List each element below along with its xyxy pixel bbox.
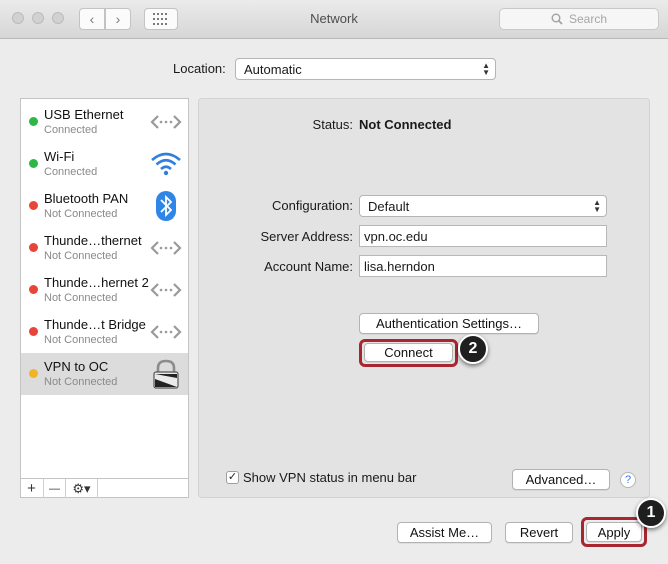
revert-button[interactable]: Revert <box>505 522 573 543</box>
location-label: Location: <box>173 61 226 76</box>
ethernet-arrows-icon <box>150 283 182 297</box>
remove-service-button[interactable]: — <box>44 479 66 498</box>
service-name: Thunde…t Bridge <box>44 317 146 332</box>
service-name: Thunde…hernet 2 <box>44 275 149 290</box>
ethernet-arrows-icon <box>150 241 182 255</box>
service-name: Wi-Fi <box>44 149 75 164</box>
status-label: Status: <box>312 117 353 132</box>
server-address-label: Server Address: <box>260 229 354 244</box>
location-value: Automatic <box>244 61 302 77</box>
status-dot <box>29 369 38 378</box>
server-address-field[interactable]: vpn.oc.edu <box>359 225 607 247</box>
bluetooth-icon <box>156 191 176 221</box>
service-name: USB Ethernet <box>44 107 124 122</box>
authentication-settings-button[interactable]: Authentication Settings… <box>359 313 539 334</box>
configuration-popup[interactable]: Default ▲ ▼ <box>359 195 607 217</box>
search-field[interactable]: Search <box>499 8 659 30</box>
service-status: Not Connected <box>44 376 118 388</box>
gear-icon: ⚙▾ <box>72 480 91 496</box>
service-item-thunderbolt-bridge[interactable]: Thunde…t Bridge Not Connected <box>21 311 188 353</box>
step-marker-2: 2 <box>458 334 488 364</box>
configuration-label: Configuration: <box>272 198 353 213</box>
ethernet-arrows-icon <box>150 325 182 339</box>
status-dot <box>29 201 38 210</box>
service-item-bluetooth-pan[interactable]: Bluetooth PAN Not Connected <box>21 185 188 227</box>
status-dot <box>29 285 38 294</box>
step-marker-1: 1 <box>636 498 666 528</box>
question-icon: ? <box>624 474 632 486</box>
service-item-usb-ethernet[interactable]: USB Ethernet Connected <box>21 101 188 143</box>
show-vpn-status-label: Show VPN status in menu bar <box>243 470 417 485</box>
plus-icon: + <box>27 480 36 497</box>
checkmark-icon: ✓ <box>227 471 238 483</box>
search-icon <box>551 13 563 25</box>
connect-button[interactable]: Connect <box>364 343 453 362</box>
assist-me-button[interactable]: Assist Me… <box>397 522 492 543</box>
service-list: USB Ethernet Connected Wi-Fi Connected B… <box>20 98 189 498</box>
service-name: Bluetooth PAN <box>44 191 129 206</box>
updown-chevron-icon: ▲ ▼ <box>482 61 490 77</box>
service-status: Not Connected <box>44 292 118 304</box>
vpn-lock-icon <box>153 359 179 389</box>
search-placeholder: Search <box>568 12 608 26</box>
updown-chevron-icon: ▲ ▼ <box>593 198 601 214</box>
status-value: Not Connected <box>359 117 452 132</box>
sidebar-toolbar: + — ⚙▾ <box>20 478 189 498</box>
service-status: Not Connected <box>44 334 118 346</box>
configuration-value: Default <box>368 198 410 214</box>
status-dot <box>29 159 38 168</box>
service-status: Not Connected <box>44 250 118 262</box>
service-name: Thunde…thernet <box>44 233 142 248</box>
advanced-button[interactable]: Advanced… <box>512 469 610 490</box>
add-service-button[interactable]: + <box>20 479 44 498</box>
status-dot <box>29 327 38 336</box>
service-status: Connected <box>44 124 98 136</box>
service-item-thunderbolt-ethernet[interactable]: Thunde…thernet Not Connected <box>21 227 188 269</box>
ethernet-arrows-icon <box>150 115 182 129</box>
apply-button[interactable]: Apply <box>586 522 642 542</box>
wifi-icon <box>151 152 181 176</box>
location-popup[interactable]: Automatic ▲ ▼ <box>235 58 496 80</box>
service-item-thunderbolt-ethernet-2[interactable]: Thunde…hernet 2 Not Connected <box>21 269 188 311</box>
title-bar: ‹ › Network Search <box>0 0 668 39</box>
service-status: Connected <box>44 166 98 178</box>
account-name-label: Account Name: <box>264 259 353 274</box>
account-name-value: lisa.herndon <box>364 258 435 274</box>
service-name: VPN to OC <box>44 359 109 374</box>
vpn-detail-panel <box>198 98 650 498</box>
server-address-value: vpn.oc.edu <box>364 228 428 244</box>
help-button[interactable]: ? <box>620 472 636 488</box>
minus-icon: — <box>49 482 60 495</box>
account-name-field[interactable]: lisa.herndon <box>359 255 607 277</box>
status-dot <box>29 117 38 126</box>
service-item-vpn-to-oc[interactable]: VPN to OC Not Connected <box>21 353 188 395</box>
status-dot <box>29 243 38 252</box>
show-vpn-status-checkbox[interactable]: ✓ <box>226 471 239 484</box>
service-item-wi-fi[interactable]: Wi-Fi Connected <box>21 143 188 185</box>
service-status: Not Connected <box>44 208 118 220</box>
action-menu-button[interactable]: ⚙▾ <box>66 479 98 498</box>
